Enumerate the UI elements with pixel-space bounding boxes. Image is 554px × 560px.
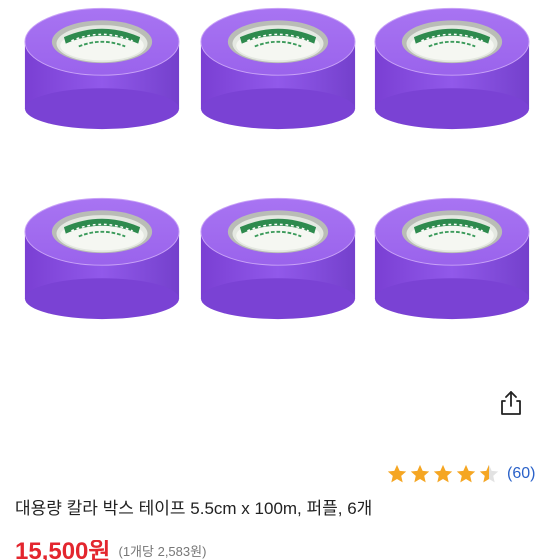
tape-roll-image — [24, 197, 180, 320]
product-image-gallery[interactable] — [0, 0, 554, 330]
star-half-icon — [479, 464, 499, 483]
star-icon — [387, 464, 407, 483]
star-icon — [433, 464, 453, 483]
star-icon — [410, 464, 430, 483]
product-title: 대용량 칼라 박스 테이프 5.5cm x 100m, 퍼플, 6개 — [15, 499, 373, 518]
unit-price: (1개당 2,583원) — [118, 544, 207, 559]
sale-price: 15,500원 — [15, 540, 111, 560]
tape-roll-image — [200, 197, 356, 320]
tape-roll-image — [200, 7, 356, 130]
review-count-link[interactable]: (60) — [507, 465, 535, 483]
share-button[interactable] — [497, 389, 525, 417]
rating-summary[interactable]: (60) — [386, 462, 535, 486]
share-icon — [501, 391, 521, 415]
star-icon — [456, 464, 476, 483]
tape-roll-image — [24, 7, 180, 130]
tape-roll-image — [373, 197, 530, 320]
tape-roll-image — [373, 7, 530, 130]
price-row: 15,500원 (1개당 2,583원) — [15, 540, 206, 560]
